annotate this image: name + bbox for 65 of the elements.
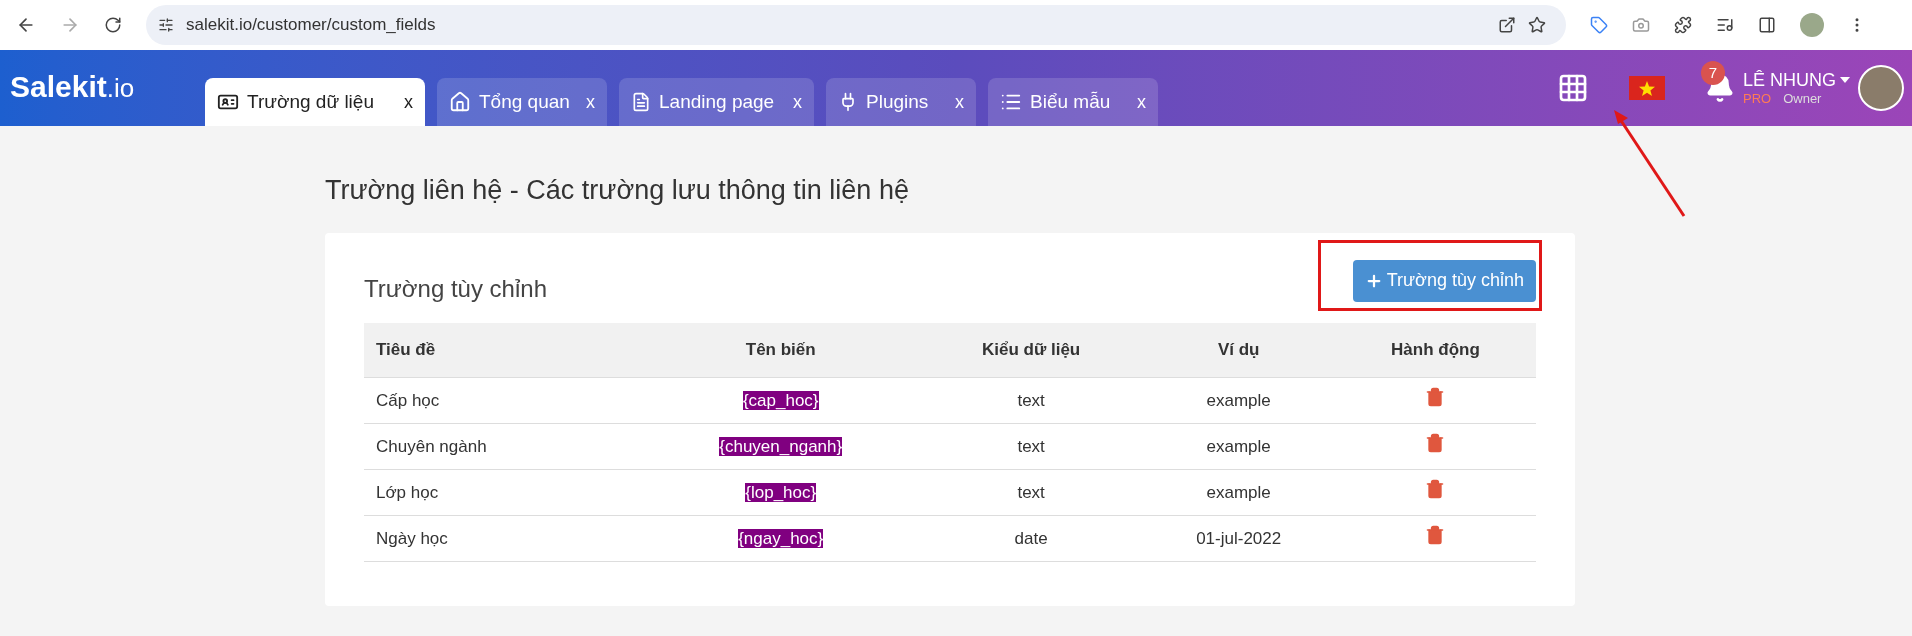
variable-tag: {lop_hoc} (745, 482, 817, 502)
add-field-button[interactable]: Trường tùy chỉnh (1352, 259, 1536, 302)
reload-icon[interactable] (104, 16, 122, 34)
table-cell: example (1142, 469, 1335, 516)
column-header: Tiêu đề (364, 322, 642, 378)
delete-button[interactable] (1425, 478, 1446, 499)
plan-label: PRO (1743, 91, 1772, 108)
table-cell: text (919, 423, 1143, 470)
column-header: Hành động (1334, 322, 1536, 378)
tab-close[interactable]: x (955, 88, 964, 116)
role-label: Owner (1783, 91, 1822, 108)
table-cell: Cấp học (364, 377, 642, 424)
vietnam-flag-icon[interactable] (1629, 76, 1665, 100)
house-icon (449, 91, 471, 113)
site-settings-icon[interactable] (158, 17, 174, 33)
bookmark-star-icon[interactable] (1528, 16, 1546, 34)
document-icon (631, 92, 651, 112)
tab[interactable]: Tổng quan x (437, 78, 607, 126)
user-avatar[interactable] (1858, 65, 1904, 111)
variable-tag: {chuyen_nganh} (719, 436, 843, 456)
table-cell: Chuyên ngành (364, 423, 642, 470)
tab-label: Plugins (866, 89, 930, 114)
tab-label: Tổng quan (479, 89, 571, 114)
notification-badge: 7 (1701, 61, 1725, 85)
variable-tag: {ngay_hoc} (738, 528, 824, 548)
column-header: Kiểu dữ liệu (919, 322, 1143, 378)
delete-button[interactable] (1425, 386, 1446, 407)
table-cell: date (919, 515, 1143, 562)
tab[interactable]: Plugins x (826, 78, 976, 126)
user-name[interactable]: LÊ NHUNG (1743, 68, 1836, 92)
page-title: Trường liên hệ - Các trường lưu thông tin liên hệ (325, 174, 910, 207)
table-cell: Ngày học (364, 515, 642, 562)
tab[interactable]: Biểu mẫu x (988, 78, 1158, 126)
camera-icon[interactable] (1632, 16, 1650, 34)
delete-button[interactable] (1425, 524, 1446, 545)
table-cell: example (1142, 423, 1335, 470)
url-text: salekit.io/customer/custom_fields (186, 14, 437, 37)
table-cell: text (919, 377, 1143, 424)
delete-button[interactable] (1425, 432, 1446, 453)
address-bar[interactable]: salekit.io/customer/custom_fields (146, 5, 1566, 45)
tag-icon[interactable] (1590, 16, 1608, 34)
tab-close[interactable]: x (586, 88, 595, 116)
logo-text[interactable]: Salekit.io (10, 63, 135, 109)
tab[interactable]: Landing page x (619, 78, 814, 126)
open-external-icon[interactable] (1498, 16, 1516, 34)
media-icon[interactable] (1716, 16, 1734, 34)
variable-tag: {cap_hoc} (742, 390, 819, 410)
tab[interactable]: Trường dữ liệu x (205, 78, 425, 126)
table-cell: example (1142, 377, 1335, 424)
tab-label: Biểu mẫu (1030, 89, 1112, 114)
table-cell: Lớp học (364, 469, 642, 516)
tab-label: Trường dữ liệu (247, 89, 375, 114)
tab-label: Landing page (659, 89, 776, 114)
column-header: Ví dụ (1142, 322, 1335, 378)
tab-close[interactable]: x (1137, 88, 1146, 116)
apps-grid-icon[interactable] (1557, 72, 1589, 104)
extensions-icon[interactable] (1674, 16, 1692, 34)
tab-close[interactable]: x (793, 88, 802, 116)
tab-close[interactable]: x (404, 88, 413, 116)
side-panel-icon[interactable] (1758, 16, 1776, 34)
column-header: Tên biến (641, 322, 920, 378)
card-title: Trường tùy chỉnh (364, 273, 547, 304)
caret-icon[interactable] (1840, 76, 1850, 83)
table-cell: text (919, 469, 1143, 516)
table-cell: 01-jul-2022 (1142, 515, 1335, 562)
